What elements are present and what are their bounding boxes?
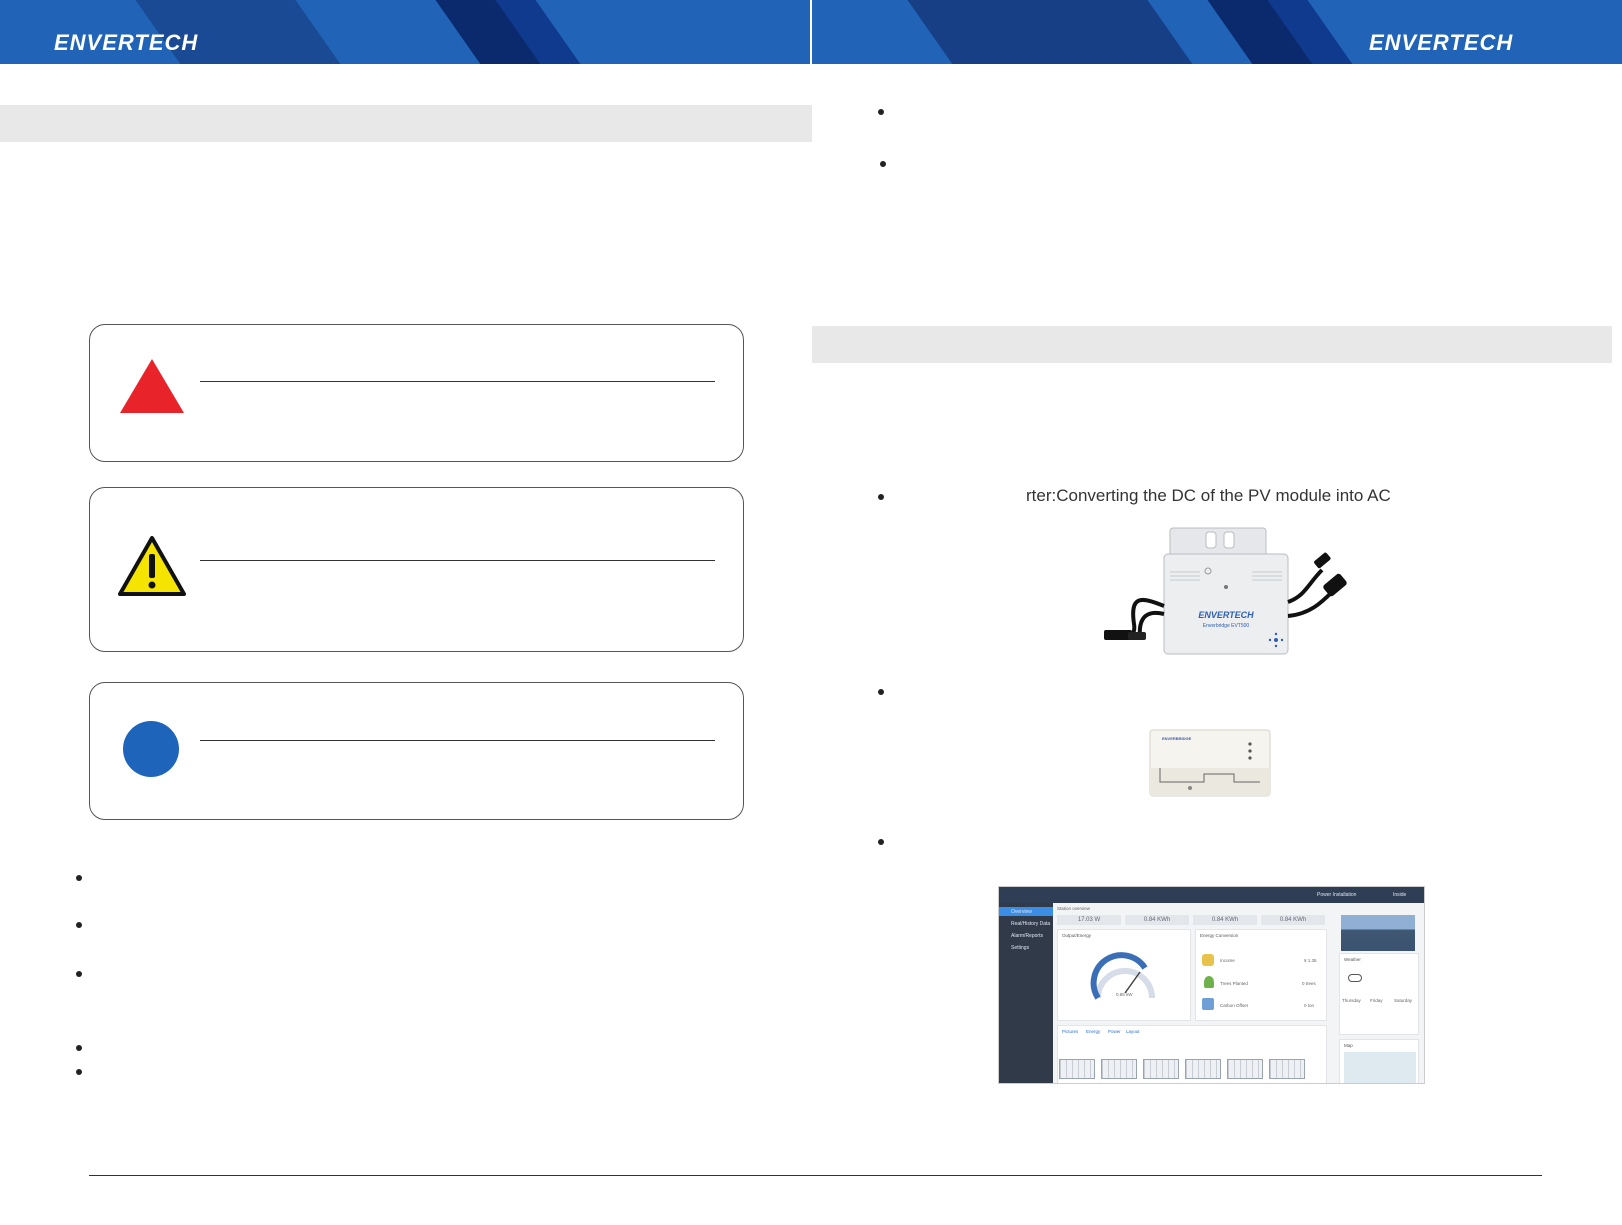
panel-module-cell bbox=[1101, 1059, 1137, 1079]
list-bullet bbox=[878, 839, 884, 845]
section-heading-band bbox=[0, 105, 812, 142]
list-bullet bbox=[878, 494, 884, 500]
energy-conversion-panel: Energy Conversion Income ¥ 1.35 Trees Pl… bbox=[1195, 929, 1327, 1021]
info-notice-box bbox=[89, 682, 744, 820]
carbon-value: 0 ton bbox=[1304, 1003, 1315, 1008]
header-stripe bbox=[900, 0, 1204, 64]
inverter-caption: rter:Converting the DC of the PV module … bbox=[1026, 486, 1391, 505]
warning-notice-box bbox=[89, 487, 744, 652]
dashboard-sidebar: Overview Real/History Data Alarm/Reports… bbox=[999, 903, 1053, 1083]
dashboard-user: Inside bbox=[1393, 892, 1407, 898]
weather-day: Saturday bbox=[1394, 998, 1413, 1003]
sidebar-item-label: Real/History Data bbox=[1011, 921, 1051, 927]
list-bullet bbox=[878, 689, 884, 695]
tree-icon bbox=[1204, 976, 1214, 988]
gateway-brand-text: ENVERBRIDGE bbox=[1162, 736, 1192, 741]
carbon-label: Carbon Offset bbox=[1220, 1003, 1248, 1008]
panel-module-cell bbox=[1185, 1059, 1221, 1079]
inverter-brand-text: ENVERTECH bbox=[1198, 610, 1254, 620]
warning-triangle-icon bbox=[118, 536, 186, 596]
dashboard-topbar: Power Installation Inside bbox=[999, 887, 1424, 903]
notice-rule bbox=[200, 560, 715, 561]
tab-energy: Energy bbox=[1086, 1029, 1101, 1034]
list-bullet bbox=[76, 922, 82, 928]
notice-rule bbox=[200, 740, 715, 741]
factory-icon bbox=[1202, 998, 1214, 1010]
panel-module-cell bbox=[1227, 1059, 1263, 1079]
panel-title: Map bbox=[1344, 1043, 1353, 1048]
header-right: ENVERTECH bbox=[812, 0, 1622, 64]
info-circle-icon bbox=[123, 721, 179, 777]
gauge-chart bbox=[1090, 952, 1155, 1000]
sidebar-item-label: Alarm/Reports bbox=[1011, 933, 1043, 939]
income-value: ¥ 1.35 bbox=[1304, 958, 1317, 963]
list-bullet bbox=[76, 971, 82, 977]
income-label: Income bbox=[1220, 958, 1235, 963]
dashboard-header-title: Power Installation bbox=[1317, 892, 1357, 898]
gauge-value: 0.85 kW bbox=[1116, 992, 1133, 997]
stat-tile: 17.03 W bbox=[1057, 915, 1121, 925]
tab-layout: Layout bbox=[1126, 1029, 1140, 1034]
list-bullet bbox=[76, 1045, 82, 1051]
income-icon bbox=[1202, 954, 1214, 966]
trees-label: Trees Planted bbox=[1220, 981, 1248, 986]
list-bullet bbox=[878, 109, 884, 115]
panel-title: Output/Energy bbox=[1062, 933, 1092, 938]
brand-logo: ENVERTECH bbox=[54, 30, 199, 55]
solar-field-photo bbox=[1341, 915, 1415, 951]
inverter-model-text: Enverbridge EVT500 bbox=[1203, 623, 1250, 629]
gateway-device-image: ENVERBRIDGE bbox=[1149, 729, 1271, 797]
trees-value: 0 trees bbox=[1302, 981, 1316, 986]
brand-logo: ENVERTECH bbox=[1369, 30, 1514, 55]
station-filter: Station overview bbox=[1057, 906, 1091, 911]
tab-power: Power bbox=[1108, 1029, 1121, 1034]
stat-tile: 0.84 KWh bbox=[1261, 915, 1325, 925]
cloud-icon bbox=[1348, 974, 1362, 982]
header-left: ENVERTECH bbox=[0, 0, 810, 64]
stat-tile: 0.84 KWh bbox=[1125, 915, 1189, 925]
panel-title: Energy Conversion bbox=[1200, 933, 1239, 938]
list-bullet bbox=[76, 1069, 82, 1075]
tab-pictures: Pictures bbox=[1062, 1029, 1079, 1034]
danger-notice-box bbox=[89, 324, 744, 462]
output-panel: Output/Energy 0.85 kW bbox=[1057, 929, 1191, 1021]
microinverter-image: ENVERTECH Enverbridge EVT500 bbox=[1104, 527, 1347, 655]
panel-module-cell bbox=[1059, 1059, 1095, 1079]
map-area bbox=[1344, 1052, 1416, 1083]
panel-title: Weather bbox=[1344, 957, 1361, 962]
panel-module-cell bbox=[1143, 1059, 1179, 1079]
panel-module-cell bbox=[1269, 1059, 1305, 1079]
section-heading-band bbox=[812, 326, 1612, 363]
weather-panel: Weather Thursday Friday Saturday bbox=[1339, 953, 1419, 1035]
monitoring-dashboard-screenshot: Power Installation Inside Overview Real/… bbox=[998, 886, 1425, 1084]
list-bullet bbox=[880, 161, 886, 167]
map-panel: Map bbox=[1339, 1039, 1419, 1083]
stat-tile: 0.84 KWh bbox=[1193, 915, 1257, 925]
footer-rule bbox=[89, 1175, 1542, 1176]
danger-triangle-icon bbox=[120, 359, 184, 413]
sidebar-item-label: Settings bbox=[1011, 945, 1030, 951]
list-bullet bbox=[76, 875, 82, 881]
weather-day: Thursday bbox=[1342, 998, 1361, 1003]
notice-rule bbox=[200, 381, 715, 382]
sidebar-item-label: Overview bbox=[1011, 909, 1032, 915]
weather-day: Friday bbox=[1370, 998, 1383, 1003]
